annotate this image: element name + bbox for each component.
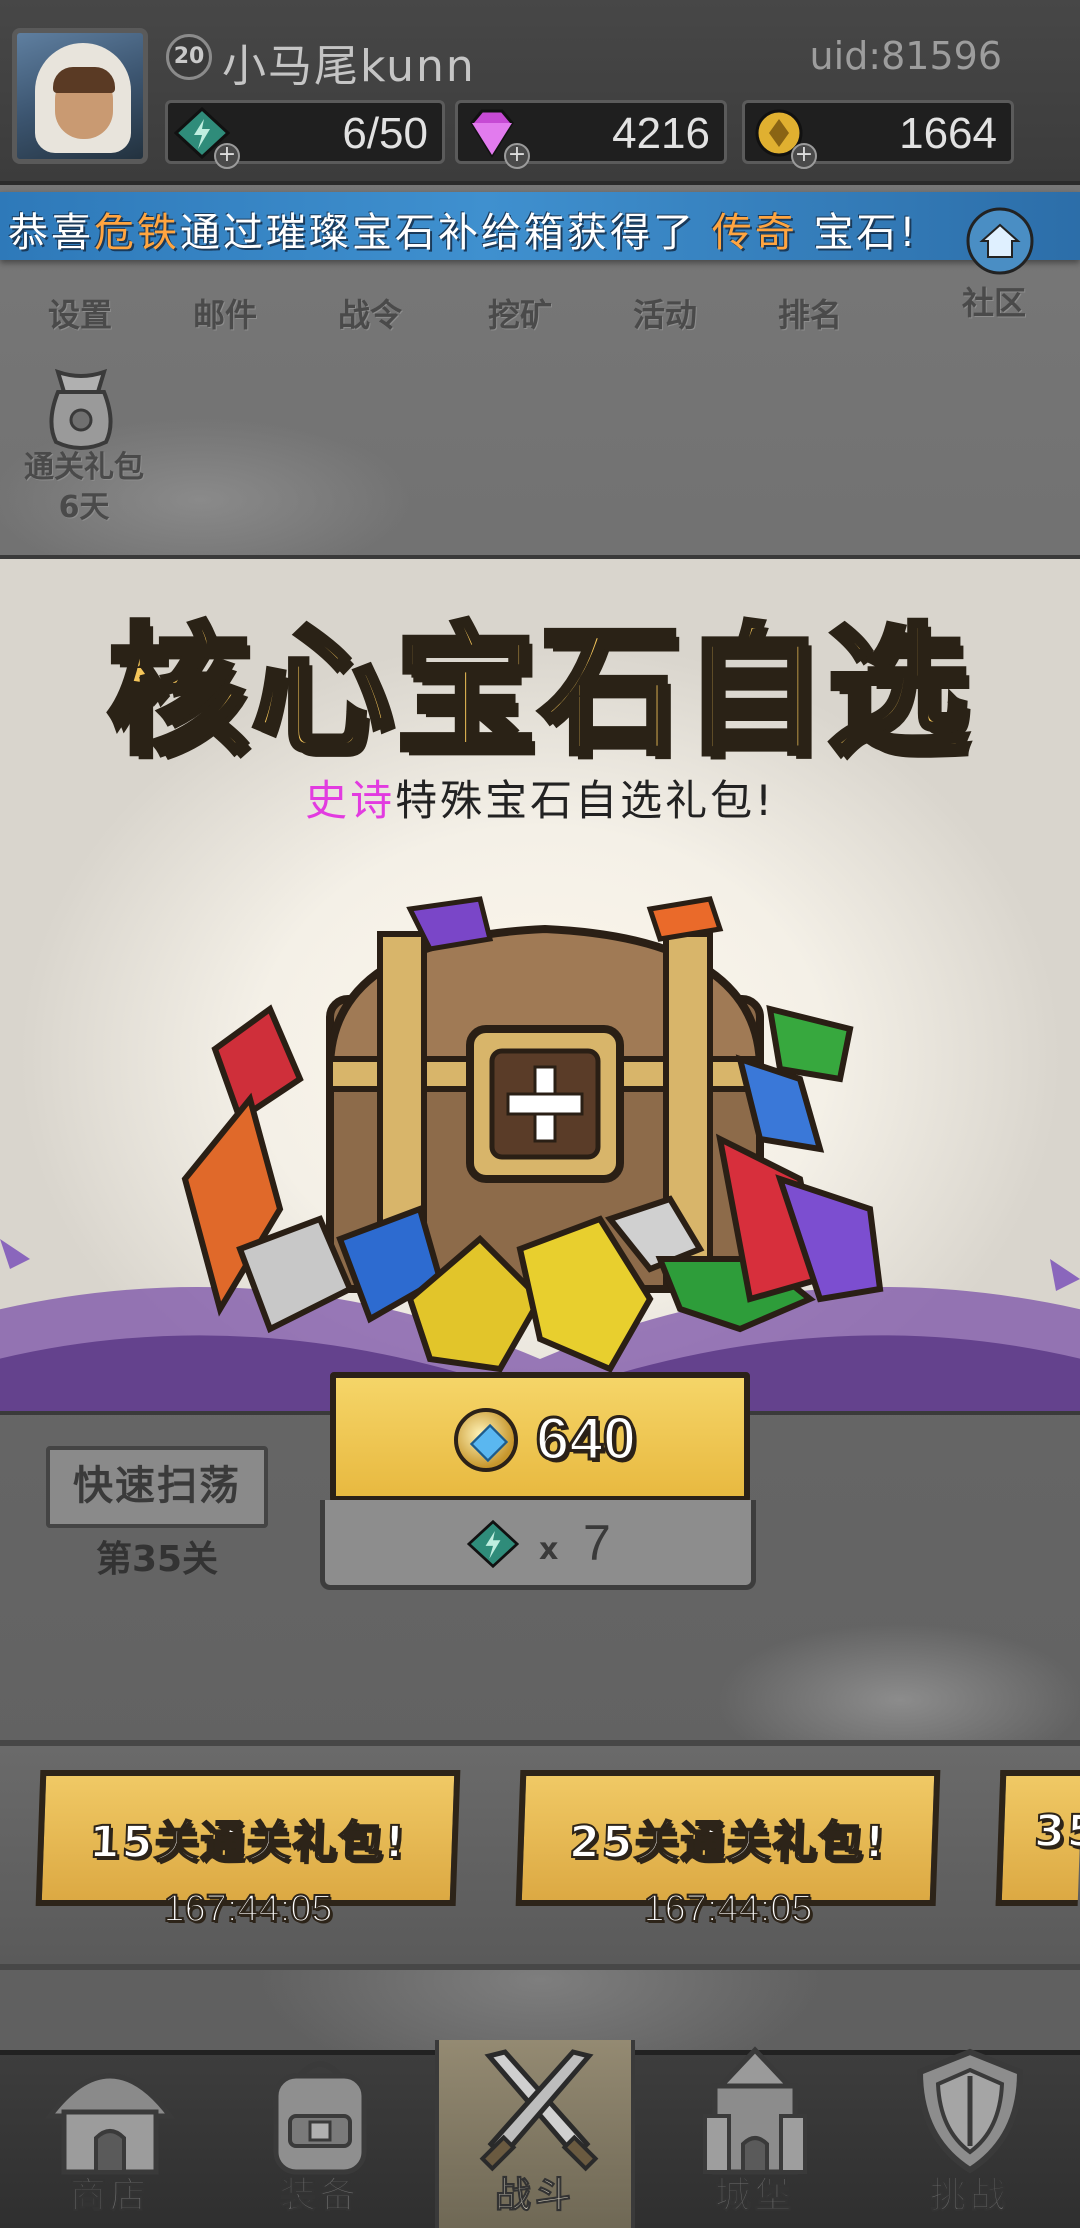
gem-offer-panel: 核心宝石自选 史诗特殊宝石自选礼包!: [0, 555, 1080, 1415]
crossed-swords-icon: [479, 2049, 599, 2172]
menu-mining-label: 挖矿: [487, 296, 552, 334]
offer-subtitle-text: 特殊宝石自选礼包!: [395, 776, 775, 825]
player-name: 小马尾kunn: [222, 41, 476, 92]
price-amount: 640: [534, 1404, 637, 1474]
notice-middle: 通过璀璨宝石补给箱获得了: [180, 210, 696, 256]
add-gold-button[interactable]: +: [791, 143, 817, 169]
nav-challenge-label: 挑战: [929, 2175, 1010, 2217]
gem-chest-illustration: [181, 896, 884, 1373]
menu-ranking[interactable]: 排名: [750, 270, 870, 340]
stage-25-gift-card[interactable]: 25关通关礼包!: [515, 1770, 941, 1906]
player-uid: uid:81596: [809, 34, 1002, 78]
notice-player: 危铁: [94, 210, 180, 256]
notice-prefix: 恭喜: [8, 210, 94, 256]
gold-counter[interactable]: + 1664: [742, 100, 1014, 169]
offer-subtitle-epic: 史诗: [305, 776, 396, 825]
nav-challenge[interactable]: 挑战: [870, 2040, 1070, 2228]
stage-15-gift-timer: 167:44:05: [162, 1887, 333, 1931]
diamond-counter[interactable]: + 4216: [455, 100, 727, 169]
stage-25-gift-title: 25关通关礼包!: [567, 1816, 888, 1869]
broadcast-text: 恭喜危铁通过璀璨宝石补给箱获得了 传奇 宝石!: [8, 200, 918, 258]
menu-mail[interactable]: 邮件: [165, 270, 285, 340]
cost-count: 7: [583, 1515, 611, 1571]
menu-settings-label: 设置: [47, 296, 112, 334]
offer-title: 核心宝石自选: [105, 607, 972, 777]
broadcast-banner: 恭喜危铁通过璀璨宝石补给箱获得了 传奇 宝石!: [0, 192, 1080, 260]
community-label: 社区: [962, 284, 1027, 322]
notice-suffix: 宝石!: [813, 210, 919, 256]
stage-15-gift-card[interactable]: 15关通关礼包!: [35, 1770, 461, 1906]
nav-shop[interactable]: 商店: [10, 2040, 210, 2228]
notice-item: 传奇: [711, 210, 798, 256]
stage-15-gift-title: 15关通关礼包!: [87, 1816, 408, 1869]
stage-25-gift-timer: 167:44:05: [642, 1887, 813, 1931]
menu-mining[interactable]: 挖矿: [460, 270, 580, 340]
quick-sweep-button[interactable]: 快速扫荡: [46, 1446, 268, 1528]
gem-currency-icon: [454, 1408, 518, 1472]
energy-value: 6/50: [342, 109, 428, 158]
gift-bag-label: 通关礼包 6天: [4, 448, 164, 528]
backpack-icon: [273, 2061, 367, 2175]
game-screen: 20 小马尾kunn uid:81596 + 6/50 + 4216 + 166…: [0, 0, 1080, 2228]
stage-35-gift-card[interactable]: 35: [995, 1770, 1080, 1906]
gift-bag-days: 6天: [58, 490, 110, 525]
add-energy-button[interactable]: +: [214, 143, 240, 169]
stage-35-gift-title: 35: [1032, 1805, 1080, 1858]
menu-battle-pass-label: 战令: [337, 296, 402, 334]
gold-value: 1664: [899, 109, 997, 158]
top-header: 20 小马尾kunn uid:81596 + 6/50 + 4216 + 166…: [0, 0, 1080, 185]
menu-events-label: 活动: [632, 296, 697, 334]
energy-cost-icon: [467, 1519, 519, 1569]
energy-counter[interactable]: + 6/50: [165, 100, 445, 169]
menu-settings[interactable]: 设置: [20, 270, 140, 340]
menu-mail-label: 邮件: [192, 296, 257, 334]
menu-battle-pass[interactable]: 战令: [310, 270, 430, 340]
avatar-hair: [53, 67, 115, 93]
nav-equipment-label: 装备: [279, 2175, 360, 2217]
diamond-value: 4216: [612, 109, 710, 158]
menu-events[interactable]: 活动: [605, 270, 725, 340]
energy-cost-strip: x 7: [320, 1500, 756, 1590]
castle-icon: [703, 2046, 807, 2175]
menu-ranking-label: 排名: [777, 296, 842, 334]
offer-subtitle: 史诗特殊宝石自选礼包!: [0, 767, 1080, 828]
add-diamond-button[interactable]: +: [504, 143, 530, 169]
nav-battle-label: 战斗: [494, 2175, 575, 2217]
shield-icon: [916, 2048, 1024, 2174]
nav-battle[interactable]: 战斗: [435, 2040, 635, 2228]
nav-castle[interactable]: 城堡: [655, 2040, 855, 2228]
player-avatar[interactable]: [12, 28, 148, 164]
current-stage-label: 第35关: [95, 1539, 219, 1580]
gift-bag-icon[interactable]: [36, 362, 126, 452]
community-home-icon[interactable]: [960, 205, 1040, 275]
nav-equipment[interactable]: 装备: [220, 2040, 420, 2228]
buy-with-gems-button[interactable]: 640: [330, 1372, 750, 1502]
level-badge: 20: [166, 34, 212, 80]
cost-multiplier: x: [539, 1532, 559, 1567]
nav-shop-label: 商店: [69, 2175, 150, 2217]
shop-hut-icon: [44, 2073, 176, 2175]
gift-bag-title: 通关礼包: [24, 450, 144, 485]
nav-castle-label: 城堡: [714, 2175, 795, 2217]
